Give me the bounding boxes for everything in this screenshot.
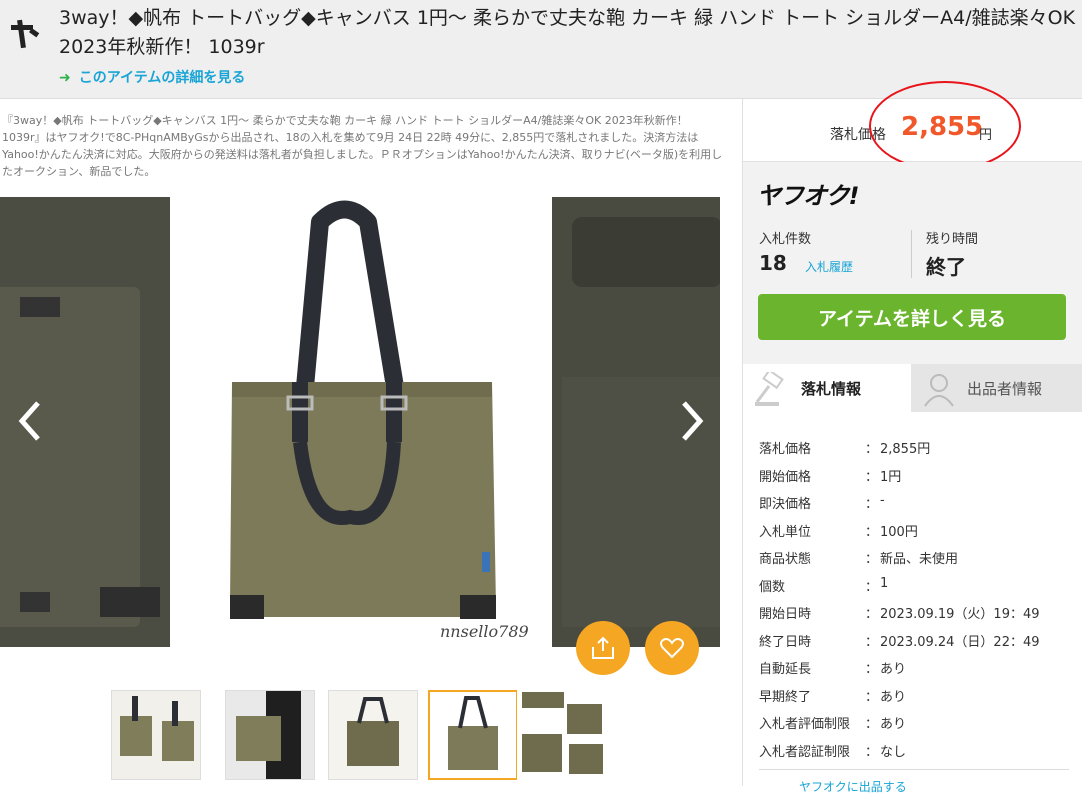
bid-count-value: 18 — [759, 251, 787, 275]
tab-auction-info[interactable]: 落札情報 — [743, 364, 911, 412]
item-description: 『3way！◆帆布 トートバッグ◆キャンバス 1円～ 柔らかで丈夫な鞄 カーキ … — [2, 114, 723, 178]
heart-icon — [660, 638, 684, 659]
info-value: 1円 — [880, 469, 902, 485]
info-separator: ： — [865, 469, 879, 485]
info-separator: ： — [865, 662, 879, 677]
thumbnail-2[interactable] — [225, 690, 315, 780]
info-row: 商品状態 ：新品、未使用 — [743, 542, 1082, 570]
info-key: 開始価格 — [759, 469, 812, 485]
info-value: 2023.09.24（日）22：49 — [880, 634, 1040, 650]
favorite-button[interactable] — [645, 621, 699, 675]
info-value: 2,855円 — [880, 442, 931, 457]
tab-label: 出品者情報 — [967, 379, 1043, 398]
main-product-image[interactable]: nnsello789 — [170, 197, 552, 647]
info-row: 入札者評価制限 ：あり — [743, 707, 1082, 735]
info-row: 落札価格 ： 2,855円 — [743, 432, 1082, 460]
info-separator: ： — [865, 607, 879, 622]
info-row: 個数 ： 1 — [743, 570, 1082, 598]
info-key: 入札者評価制限 — [759, 717, 851, 732]
thumbnail-3[interactable] — [328, 690, 418, 780]
info-row: 入札単位 ： 100円 — [743, 515, 1082, 543]
auction-info-table: 落札価格： 2,855円 開始価格： 1円 即決価格： - 入札単位： 100円 商品状… — [743, 412, 1082, 762]
info-row: 早期終了 ：あり — [743, 680, 1082, 708]
remaining-time-value: 終了 — [926, 255, 966, 279]
red-circle-annotation — [869, 81, 1021, 171]
info-separator: ： — [865, 442, 879, 457]
info-value: なし — [880, 744, 907, 760]
chevron-left-icon[interactable] — [12, 397, 46, 453]
info-value: 新品、未使用 — [880, 552, 959, 567]
info-value: あり — [880, 662, 907, 677]
info-key: 即決価格 — [759, 497, 812, 512]
info-separator: ： — [865, 634, 879, 650]
bid-history-link[interactable]: 入札履歴 — [805, 258, 853, 275]
auction-sidebar: 落札価格 2,855 円 ヤフオク! 入札件数 18 入札履歴 残り時間 終了 … — [742, 81, 1082, 794]
person-icon — [921, 372, 957, 412]
thumbnail-4-active[interactable] — [428, 690, 518, 780]
ya-logo-icon[interactable] — [8, 16, 44, 52]
tab-label: 落札情報 — [801, 379, 862, 398]
sell-on-yahuoku-link[interactable]: ヤフオクに出品する — [759, 769, 1069, 795]
bid-count-label: 入札件数 — [759, 232, 812, 247]
info-tabs: 落札情報 出品者情報 — [743, 364, 1082, 412]
final-price-box: 落札価格 2,855 円 — [743, 81, 1082, 171]
info-value: 2023.09.19（火）19：49 — [880, 607, 1040, 622]
info-row: 開始日時 ： 2023.09.19（火）19：49 — [743, 597, 1082, 625]
detail-link-label: このアイテムの詳細を見る — [78, 70, 246, 86]
info-key: 終了日時 — [759, 634, 812, 650]
info-row: 開始価格 ： 1円 — [743, 460, 1082, 488]
info-separator: ： — [865, 497, 879, 512]
arrow-right-icon: ➜ — [59, 70, 71, 86]
info-separator: ： — [865, 524, 879, 540]
divider — [911, 230, 912, 278]
info-row: 即決価格 ： - — [743, 487, 1082, 515]
info-value: あり — [880, 717, 907, 732]
info-separator: ： — [865, 552, 879, 567]
info-value: あり — [880, 689, 907, 705]
gavel-icon — [753, 368, 789, 412]
info-key: 開始日時 — [759, 607, 812, 622]
info-key: 自動延長 — [759, 662, 812, 677]
info-key: 落札価格 — [759, 442, 812, 457]
info-value: 1 — [880, 575, 889, 591]
info-value: 100円 — [880, 524, 918, 540]
share-button[interactable] — [576, 621, 630, 675]
info-separator: ： — [865, 689, 879, 705]
info-key: 入札単位 — [759, 524, 812, 540]
info-key: 入札者認証制限 — [759, 744, 851, 760]
watermark-text: nnsello789 — [440, 622, 529, 641]
thumbnail-1[interactable] — [111, 690, 201, 780]
share-icon — [592, 636, 614, 659]
info-key: 個数 — [759, 579, 786, 595]
image-gallery: nnsello789 — [0, 197, 720, 647]
info-row: 自動延長 ：あり — [743, 652, 1082, 680]
info-row: 入札者認証制限 ：なし — [743, 735, 1082, 763]
chevron-right-icon[interactable] — [676, 397, 710, 453]
info-value: - — [880, 493, 885, 508]
item-detail-link[interactable]: ➜ このアイテムの詳細を見る — [59, 67, 245, 87]
info-separator: ： — [865, 717, 879, 732]
info-key: 商品状態 — [759, 552, 812, 567]
thumbnail-5[interactable] — [517, 690, 607, 780]
info-separator: ： — [865, 579, 879, 595]
remaining-time-label: 残り時間 — [926, 232, 979, 247]
info-separator: ： — [865, 744, 879, 760]
info-key: 早期終了 — [759, 689, 812, 705]
yahuoku-logo: ヤフオク! — [757, 182, 859, 210]
tab-seller-info[interactable]: 出品者情報 — [911, 364, 1082, 412]
item-title: 3way！◆帆布 トートバッグ◆キャンバス 1円～ 柔らかで丈夫な鞄 カーキ 緑… — [59, 7, 1076, 58]
info-row: 終了日時 ： 2023.09.24（日）22：49 — [743, 625, 1082, 653]
view-item-button[interactable]: アイテムを詳しく見る — [758, 294, 1066, 340]
